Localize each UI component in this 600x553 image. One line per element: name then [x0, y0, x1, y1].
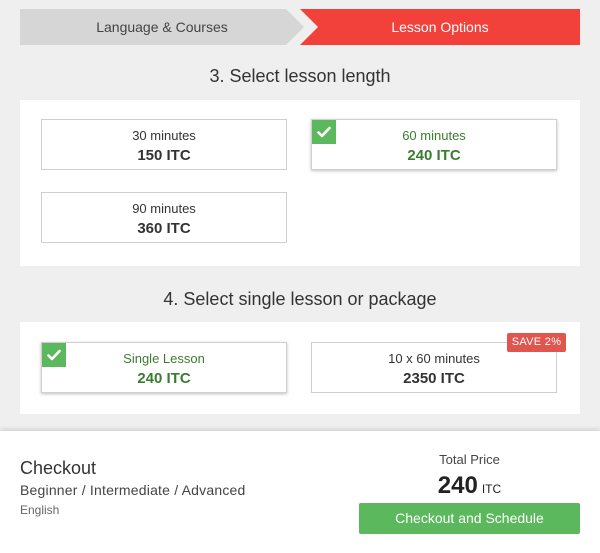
total-price: 240 ITC — [359, 472, 580, 500]
progress-steps: Language & Courses Lesson Options — [20, 9, 580, 45]
option-label: 10 x 60 minutes — [388, 351, 480, 366]
length-option-90[interactable]: 90 minutes 360 ITC — [41, 192, 287, 243]
lesson-length-title: 3. Select lesson length — [209, 66, 391, 86]
checkout-level: Beginner / Intermediate / Advanced — [20, 482, 246, 498]
checkout-and-schedule-button[interactable]: Checkout and Schedule — [359, 503, 580, 534]
option-label: Single Lesson — [123, 351, 205, 366]
length-option-30[interactable]: 30 minutes 150 ITC — [41, 119, 287, 170]
checkout-title: Checkout — [20, 458, 97, 478]
total-price-unit: ITC — [481, 482, 502, 496]
option-price: 240 ITC — [407, 147, 461, 164]
checkmark-icon — [42, 343, 66, 367]
option-label: 60 minutes — [402, 128, 466, 143]
option-price: 360 ITC — [137, 220, 191, 237]
package-title: 4. Select single lesson or package — [163, 289, 437, 309]
checkout-footer: Checkout Beginner / Intermediate / Advan… — [0, 431, 600, 553]
step-lesson-options[interactable]: Lesson Options — [300, 9, 580, 45]
total-price-label: Total Price — [439, 452, 500, 467]
option-price: 150 ITC — [137, 147, 191, 164]
package-panel: Single Lesson 240 ITC 10 x 60 minutes 23… — [20, 322, 580, 414]
step-language-courses[interactable]: Language & Courses — [20, 9, 304, 45]
save-badge: SAVE 2% — [507, 333, 566, 352]
option-price: 240 ITC — [137, 370, 191, 387]
option-label: 90 minutes — [132, 201, 196, 216]
length-option-60[interactable]: 60 minutes 240 ITC — [311, 119, 557, 170]
checkout-language: English — [20, 503, 60, 517]
checkmark-icon — [312, 120, 336, 144]
option-label: 30 minutes — [132, 128, 196, 143]
single-lesson-option[interactable]: Single Lesson 240 ITC — [41, 342, 287, 393]
total-price-value: 240 — [437, 472, 478, 499]
lesson-length-panel: 30 minutes 150 ITC 60 minutes 240 ITC 90… — [20, 100, 580, 266]
option-price: 2350 ITC — [403, 370, 465, 387]
